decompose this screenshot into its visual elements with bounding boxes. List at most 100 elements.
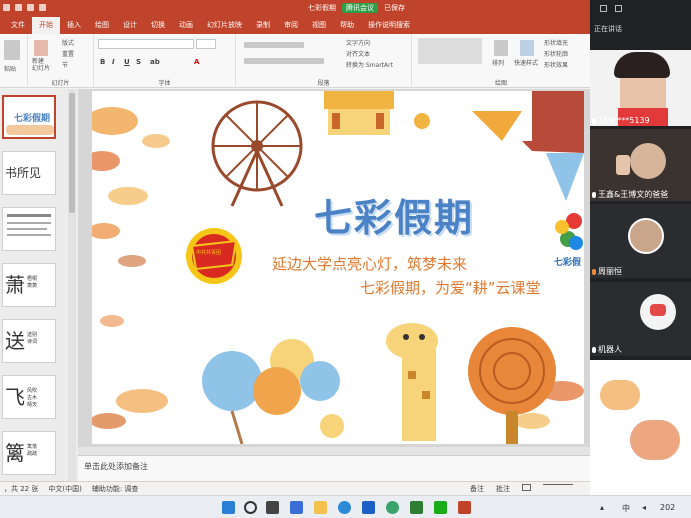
shape-fill-button[interactable]: 形状填充 (544, 38, 568, 47)
participant-tile-1[interactable]: 189****5139 (590, 50, 691, 126)
slide-title[interactable]: 七彩假期 (314, 187, 474, 242)
slide-subtitle-line-1[interactable]: 延边大学点亮心灯，筑梦未来 (272, 253, 467, 274)
strikethrough-button[interactable]: S (136, 58, 141, 66)
underline-button[interactable]: U (124, 58, 130, 66)
participant-tile-2[interactable]: 王鑫&王博文的爸爸 (590, 129, 691, 201)
slide-subtitle-line-2[interactable]: 七彩假期，为爱“耕”云课堂 (360, 277, 541, 298)
quick-styles-icon[interactable] (520, 40, 534, 56)
slide-thumbnail-5[interactable]: 送 送别 诗词 (2, 319, 56, 363)
autosave-icon[interactable] (3, 4, 10, 11)
tab-insert[interactable]: 插入 (60, 17, 88, 34)
current-slide[interactable]: 七彩假期 延边大学点亮心灯，筑梦未来 七彩假期，为爱“耕”云课堂 中共共青团 七… (92, 91, 584, 444)
italic-button[interactable]: I (112, 58, 115, 66)
layout-button[interactable]: 版式 (62, 38, 74, 47)
redo-icon[interactable] (39, 4, 46, 11)
shapes-gallery-icon[interactable] (418, 38, 482, 64)
view-normal-icon[interactable] (522, 484, 531, 491)
slide-thumbnail-1[interactable]: 七彩假期 (2, 95, 56, 139)
align-buttons-icon[interactable] (244, 58, 324, 64)
start-menu-icon[interactable] (222, 501, 235, 514)
task-view-icon[interactable] (266, 501, 279, 514)
thumbnail-text-line (7, 214, 51, 217)
title-area: 七彩假期 腾讯会议 已保存 (308, 3, 405, 13)
edge-icon[interactable] (338, 501, 351, 514)
reset-button[interactable]: 重置 (62, 49, 74, 58)
section-button[interactable]: 节 (62, 60, 68, 69)
grid-view-icon[interactable] (600, 4, 607, 12)
clock[interactable]: 202 (660, 503, 675, 512)
mail-icon[interactable] (290, 501, 303, 514)
new-slide-icon[interactable] (34, 40, 48, 56)
comments-button[interactable]: 批注 (496, 484, 510, 494)
shared-screen-preview (590, 360, 691, 495)
slide-thumbnail-3[interactable] (2, 207, 56, 251)
file-explorer-icon[interactable] (314, 501, 327, 514)
language-indicator[interactable]: 中文(中国) (48, 484, 81, 494)
tab-animations[interactable]: 动画 (172, 17, 200, 34)
tab-view[interactable]: 视图 (305, 17, 333, 34)
tab-slideshow[interactable]: 幻灯片放映 (200, 17, 249, 34)
tab-review[interactable]: 审阅 (277, 17, 305, 34)
mic-muted-icon (592, 269, 596, 275)
tencent-meeting-icon[interactable] (362, 501, 375, 514)
notes-button[interactable]: 备注 (470, 484, 484, 494)
ime-language[interactable]: 中 (622, 503, 630, 514)
tab-transitions[interactable]: 切换 (144, 17, 172, 34)
powerpoint-icon[interactable] (458, 501, 471, 514)
notes-pane[interactable]: 单击此处添加备注 (78, 455, 590, 481)
paste-icon[interactable] (4, 40, 20, 60)
participant-tile-3[interactable]: 周丽恒 (590, 204, 691, 278)
align-text-button[interactable]: 对齐文本 (346, 49, 370, 58)
arrange-icon[interactable] (494, 40, 508, 56)
expand-icon[interactable] (615, 4, 622, 12)
font-name-combo[interactable] (98, 39, 194, 49)
accessibility-indicator[interactable]: 辅助功能: 调查 (92, 484, 139, 494)
meeting-panel-header (590, 0, 691, 16)
char-spacing-button[interactable]: ab (150, 58, 160, 66)
thumbnail-scrollbar[interactable] (68, 89, 76, 481)
volume-icon[interactable]: ◂ (642, 503, 646, 512)
quick-styles-button[interactable]: 快速样式 (514, 58, 538, 67)
network-icon[interactable]: ▴ (600, 503, 604, 512)
thumbnail-scroll-thumb[interactable] (69, 93, 75, 213)
tab-home[interactable]: 开始 (32, 17, 60, 34)
slide-thumbnail-7[interactable]: 篱 篱落 疏疏 (2, 431, 56, 475)
smartart-button[interactable]: 转换为 SmartArt (346, 60, 393, 69)
slide-editor: 七彩假期 延边大学点亮心灯，筑梦未来 七彩假期，为爱“耕”云课堂 中共共青团 七… (78, 89, 590, 481)
tab-draw[interactable]: 绘图 (88, 17, 116, 34)
slides-group-label: 幻灯片 (51, 80, 70, 87)
slide-thumbnail-4[interactable]: 萧 梧桐 萧萧 (2, 263, 56, 307)
slide-thumbnail-2[interactable]: 书所见 (2, 151, 56, 195)
participant-name: 周丽恒 (592, 266, 622, 277)
tab-design[interactable]: 设计 (116, 17, 144, 34)
tab-file[interactable]: 文件 (4, 17, 32, 34)
chrome-icon[interactable] (386, 501, 399, 514)
tab-record[interactable]: 录制 (249, 17, 277, 34)
undo-icon[interactable] (27, 4, 34, 11)
store-icon[interactable] (410, 501, 423, 514)
shape-effects-button[interactable]: 形状效果 (544, 60, 568, 69)
participant-tile-4[interactable]: 机器人 (590, 282, 691, 356)
thumbnail-big-char: 篱 (5, 441, 25, 465)
zoom-slider[interactable] (543, 484, 573, 485)
tell-me-search[interactable]: 操作说明搜索 (361, 17, 417, 34)
shape-outline-button[interactable]: 形状轮廓 (544, 49, 568, 58)
font-size-combo[interactable] (196, 39, 216, 49)
windows-taskbar: ▴ 中 ◂ 202 (0, 495, 691, 518)
thumbnail-decoration (6, 125, 54, 135)
wechat-icon[interactable] (434, 501, 447, 514)
paragraph-group: 文字方向 对齐文本 转换为 SmartArt 段落 (236, 34, 412, 88)
thumbnail-small-text: 梧桐 萧萧 (27, 276, 38, 289)
slide-thumbnail-6[interactable]: 飞 风吹 古木 晴天 (2, 375, 56, 419)
tab-help[interactable]: 帮助 (333, 17, 361, 34)
arrange-button[interactable]: 排列 (492, 58, 504, 67)
horizontal-scrollbar[interactable] (78, 447, 590, 455)
list-buttons-icon[interactable] (244, 42, 304, 48)
save-icon[interactable] (15, 4, 22, 11)
bold-button[interactable]: B (100, 58, 105, 66)
meeting-share-pill[interactable]: 腾讯会议 (342, 3, 378, 13)
font-color-button[interactable]: A (194, 58, 199, 66)
search-icon[interactable] (244, 501, 257, 514)
text-direction-button[interactable]: 文字方向 (346, 38, 370, 47)
quick-access-toolbar (3, 4, 46, 11)
